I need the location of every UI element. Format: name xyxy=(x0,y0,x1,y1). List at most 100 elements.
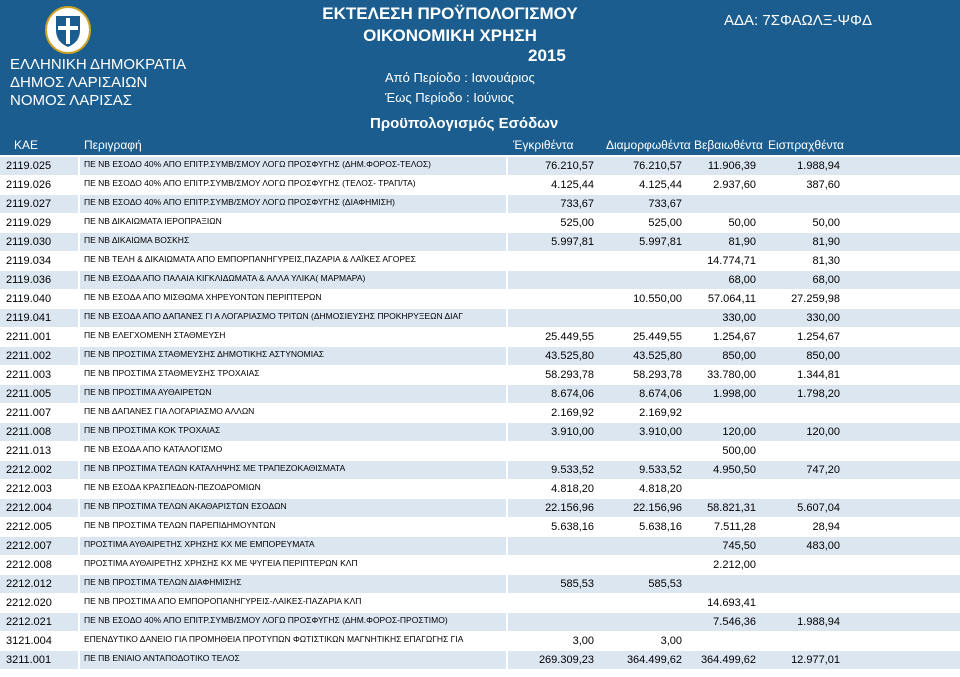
kae-cell: 2212.020 xyxy=(6,597,52,609)
col-kae: ΚΑΕ xyxy=(14,138,39,152)
collected-cell: 1.988,94 xyxy=(797,616,840,628)
table-row: 2211.001 ΠΕ ΝΒ ΕΛΕΓΧΟΜΕΝΗ ΣΤΑΘΜΕΥΣΗ 25.449… xyxy=(0,328,960,346)
table-row: 2119.026 ΠΕ ΝΒ ΕΣΟΔΟ 40% ΑΠΟ ΕΠΙΤΡ.ΣΥΜΒ/Σ… xyxy=(0,176,960,194)
collected-cell: 120,00 xyxy=(806,426,840,438)
certified-cell: 57.064,11 xyxy=(707,293,756,305)
kae-cell: 2212.008 xyxy=(6,559,52,571)
column-divider xyxy=(78,423,80,441)
column-divider xyxy=(78,271,80,289)
approved-cell: 585,53 xyxy=(560,578,594,590)
col-collected: Εισπραχθέντα xyxy=(768,138,844,152)
certified-cell: 58.821,31 xyxy=(707,502,756,514)
column-divider xyxy=(78,233,80,251)
approved-cell: 4.125,44 xyxy=(551,179,594,191)
table-row: 2119.029 ΠΕ ΝΒ ΔΙΚΑΙΩΜΑΤΑ ΙΕΡΟΠΡΑΞΙΩΝ 525,… xyxy=(0,214,960,232)
description-cell: ΠΕ ΝΒ ΕΣΟΔΟ 40% ΑΠΟ ΕΠΙΤΡ.ΣΥΜΒ/ΣΜΟΥ ΛΟΓΩ… xyxy=(84,178,416,188)
certified-cell: 68,00 xyxy=(728,274,756,286)
fiscal-year: 2015 xyxy=(528,46,566,65)
kae-cell: 2211.002 xyxy=(6,350,52,362)
issuer-block: ΕΛΛΗΝΙΚΗ ΔΗΜΟΚΡΑΤΙΑ ΔΗΜΟΣ ΛΑΡΙΣΑΙΩΝ ΝΟΜΟ… xyxy=(10,56,186,110)
description-cell: ΠΕ ΝΒ ΠΡΟΣΤΙΜΑ ΤΕΛΩΝ ΔΙΑΦΗΜΙΣΗΣ xyxy=(84,577,242,587)
column-divider xyxy=(506,423,508,441)
description-cell: ΠΕ ΝΒ ΔΙΚΑΙΩΜΑ ΒΟΣΚΗΣ xyxy=(84,235,190,245)
certified-cell: 7.546,36 xyxy=(713,616,756,628)
approved-cell: 5.997,81 xyxy=(551,236,594,248)
description-cell: ΠΕ ΝΒ ΠΡΟΣΤΙΜΑ ΤΕΛΩΝ ΠΑΡΕΠΙΔΗΜΟΥΝΤΩΝ xyxy=(84,520,276,530)
collected-cell: 12.977,01 xyxy=(791,654,840,666)
column-divider xyxy=(78,499,80,517)
kae-cell: 2212.005 xyxy=(6,521,52,533)
column-divider xyxy=(506,195,508,213)
approved-cell: 5.638,16 xyxy=(551,521,594,533)
approved-cell: 525,00 xyxy=(560,217,594,229)
certified-cell: 1.998,00 xyxy=(713,388,756,400)
approved-cell: 269.309,23 xyxy=(538,654,594,666)
column-divider xyxy=(78,214,80,232)
description-cell: ΠΡΟΣΤΙΜΑ ΑΥΘΑΙΡΕΤΗΣ ΧΡΗΣΗΣ ΚΧ ΜΕ ΨΥΓΕΙΑ … xyxy=(84,558,358,568)
column-divider xyxy=(78,309,80,327)
kae-cell: 2212.021 xyxy=(6,616,52,628)
certified-cell: 745,50 xyxy=(722,540,756,552)
table-row: 2212.020 ΠΕ ΝΒ ΠΡΟΣΤΙΜΑ ΑΠΟ ΕΜΠΟΡΟΠΑΝΗΓΥΡ… xyxy=(0,594,960,612)
description-cell: ΠΕ ΝΒ ΠΡΟΣΤΙΜΑ ΤΕΛΩΝ ΑΚΑΘΑΡΙΣΤΩΝ ΕΣΟΔΩΝ xyxy=(84,501,287,511)
approved-cell: 9.533,52 xyxy=(551,464,594,476)
col-formed: Διαμορφωθέντα xyxy=(606,138,691,152)
certified-cell: 500,00 xyxy=(722,445,756,457)
kae-cell: 2212.012 xyxy=(6,578,52,590)
column-divider xyxy=(78,347,80,365)
certified-cell: 33.780,00 xyxy=(707,369,756,381)
description-cell: ΠΕ ΝΒ ΕΣΟΔΑ ΚΡΑΣΠΕΔΩΝ-ΠΕΖΟΔΡΟΜΙΩΝ xyxy=(84,482,261,492)
revenue-table: 2119.025 ΠΕ ΝΒ ΕΣΟΔΟ 40% ΑΠΟ ΕΠΙΤΡ.ΣΥΜΒ/Σ… xyxy=(0,157,960,670)
certified-cell: 11.906,39 xyxy=(707,160,756,172)
approved-cell: 43.525,80 xyxy=(545,350,594,362)
collected-cell: 81,90 xyxy=(812,236,840,248)
collected-cell: 747,20 xyxy=(806,464,840,476)
kae-cell: 2212.007 xyxy=(6,540,52,552)
certified-cell: 4.950,50 xyxy=(713,464,756,476)
column-divider xyxy=(506,214,508,232)
column-divider xyxy=(506,271,508,289)
section-title-bar: Προϋπολογισμός Εσόδων xyxy=(0,113,960,135)
column-divider xyxy=(506,442,508,460)
column-divider xyxy=(506,290,508,308)
table-row: 2211.007 ΠΕ ΝΒ ΔΑΠΑΝΕΣ ΓΙΑ ΛΟΓΑΡΙΑΣΜΟ ΑΛΛ… xyxy=(0,404,960,422)
approved-cell: 58.293,78 xyxy=(545,369,594,381)
certified-cell: 364.499,62 xyxy=(700,654,756,666)
description-cell: ΠΕ ΝΒ ΕΣΟΔΑ ΑΠΟ ΜΙΣΘΩΜΑ ΧΗΡΕΥΟΝΤΩΝ ΠΕΡΙΠ… xyxy=(84,292,322,302)
column-divider xyxy=(78,594,80,612)
kae-cell: 2119.036 xyxy=(6,274,52,286)
column-divider xyxy=(78,252,80,270)
description-cell: ΠΕ ΝΒ ΠΡΟΣΤΙΜΑ ΑΥΘΑΙΡΕΤΩΝ xyxy=(84,387,212,397)
kae-cell: 2119.026 xyxy=(6,179,52,191)
column-divider xyxy=(506,613,508,631)
description-cell: ΠΕ ΝΒ ΕΣΟΔΟ 40% ΑΠΟ ΕΠΙΤΡ.ΣΥΜΒ/ΣΜΟΥ ΛΟΓΩ… xyxy=(84,615,448,625)
certified-cell: 7.511,28 xyxy=(713,521,756,533)
table-row: 3211.001 ΠΕ ΠΒ ΕΝΙΑΙΟ ΑΝΤΑΠΟΔΟΤΙΚΟ ΤΕΛΟΣ 2… xyxy=(0,651,960,669)
column-divider xyxy=(506,385,508,403)
kae-cell: 2211.013 xyxy=(6,445,52,457)
ada-code: ΑΔΑ: 7ΣΦΑΩΛΞ-ΨΦΔ xyxy=(723,12,872,29)
description-cell: ΠΕ ΝΒ ΕΣΟΔΟ 40% ΑΠΟ ΕΠΙΤΡ.ΣΥΜΒ/ΣΜΟΥ ΛΟΓΩ… xyxy=(84,159,431,169)
column-divider xyxy=(78,575,80,593)
kae-cell: 3121.004 xyxy=(6,635,52,647)
column-divider xyxy=(506,366,508,384)
kae-cell: 2211.008 xyxy=(6,426,52,438)
column-divider xyxy=(506,480,508,498)
col-description: Περιγραφή xyxy=(84,138,142,152)
column-divider xyxy=(78,290,80,308)
table-row: 2212.002 ΠΕ ΝΒ ΠΡΟΣΤΙΜΑ ΤΕΛΩΝ ΚΑΤΑΛΗΨΗΣ Μ… xyxy=(0,461,960,479)
table-row: 2212.007 ΠΡΟΣΤΙΜΑ ΑΥΘΑΙΡΕΤΗΣ ΧΡΗΣΗΣ ΚΧ ΜΕ… xyxy=(0,537,960,555)
description-cell: ΠΕ ΝΒ ΕΣΟΔΑ ΑΠΟ ΚΑΤΑΛΟΓΙΣΜΟ xyxy=(84,444,223,454)
table-row: 2212.021 ΠΕ ΝΒ ΕΣΟΔΟ 40% ΑΠΟ ΕΠΙΤΡ.ΣΥΜΒ/Σ… xyxy=(0,613,960,631)
certified-cell: 14.774,71 xyxy=(707,255,756,267)
description-cell: ΠΕ ΝΒ ΕΛΕΓΧΟΜΕΝΗ ΣΤΑΘΜΕΥΣΗ xyxy=(84,330,226,340)
description-cell: ΠΕ ΝΒ ΤΕΛΗ & ΔΙΚΑΙΩΜΑΤΑ ΑΠΟ ΕΜΠΟΡΠΑΝΗΓΥΡ… xyxy=(84,254,416,264)
table-row: 2212.008 ΠΡΟΣΤΙΜΑ ΑΥΘΑΙΡΕΤΗΣ ΧΡΗΣΗΣ ΚΧ ΜΕ… xyxy=(0,556,960,574)
approved-cell: 3.910,00 xyxy=(551,426,594,438)
approved-cell: 733,67 xyxy=(560,198,594,210)
report-subtitle: ΟΙΚΟΝΟΜΙΚΗ ΧΡΗΣΗ xyxy=(363,26,537,45)
approved-cell: 25.449,55 xyxy=(545,331,594,343)
collected-cell: 1.988,94 xyxy=(797,160,840,172)
collected-cell: 50,00 xyxy=(812,217,840,229)
column-divider xyxy=(78,632,80,650)
